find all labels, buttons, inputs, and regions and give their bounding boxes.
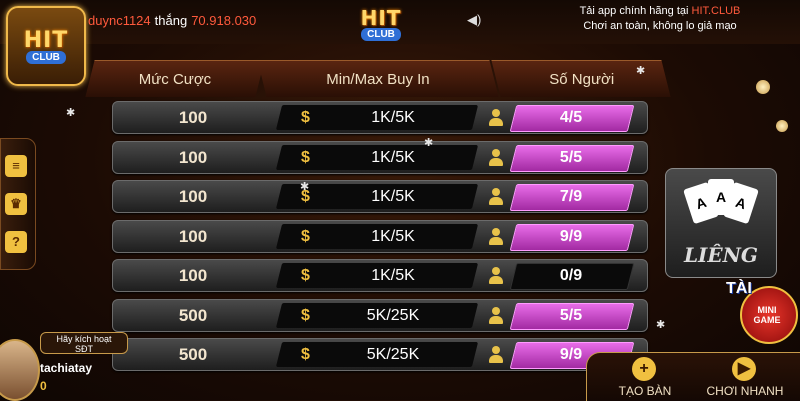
logo-hit-text: HIT: [23, 28, 69, 53]
mini-game-button[interactable]: TÀI MINI GAME: [726, 278, 798, 346]
room-buyin: 1K/5K: [371, 267, 415, 284]
promo-prefix: Tải app chính hãng tại: [579, 5, 692, 17]
game-name: LIÊNG: [683, 243, 759, 267]
room-buyin: 1K/5K: [371, 188, 415, 205]
user-icon: [489, 227, 503, 245]
room-buyin: 1K/5K: [371, 227, 415, 245]
promo-brand: HIT.CLUB: [691, 5, 741, 17]
room-buyin: 5K/25K: [366, 306, 420, 324]
column-header-bet-label: Mức Cược: [138, 70, 212, 88]
room-players: 0/9: [559, 267, 583, 284]
player-name: tachiatay: [40, 361, 93, 375]
room-buyin: 1K/5K: [371, 109, 415, 126]
quick-play-button[interactable]: ▶ CHƠI NHANH: [695, 353, 795, 401]
room-row[interactable]: 100 $1K/5K 7/9: [112, 180, 648, 213]
create-table-label: TẠO BÀN: [618, 384, 672, 398]
promo-line2: Chơi an toàn, không lo giả mạo: [583, 20, 737, 32]
user-icon: [489, 346, 503, 363]
player-balance: 0: [40, 379, 47, 393]
hitclub-logo[interactable]: HIT CLUB: [6, 6, 86, 86]
dollar-icon: $: [301, 109, 310, 126]
player-panel: Hãy kích hoạt SĐT tachiatay 0: [0, 332, 160, 401]
dollar-icon: $: [301, 346, 310, 363]
create-table-button[interactable]: + TẠO BÀN: [595, 353, 695, 401]
room-bet: 100: [178, 147, 208, 167]
user-icon: [489, 306, 503, 324]
snowflake-icon: ✱: [636, 65, 646, 77]
snowflake-icon: ✱: [66, 107, 76, 119]
room-players: 4/5: [559, 109, 583, 126]
left-side-menu: ≡ ♛ ?: [0, 138, 36, 270]
center-logo: HIT CLUB: [346, 6, 416, 54]
speaker-icon[interactable]: ◀): [467, 12, 481, 28]
play-icon: ▶: [732, 357, 756, 381]
user-icon: [489, 267, 503, 284]
column-header-players-label: Số Người: [548, 70, 614, 88]
ticker-amount: 70.918.030: [191, 13, 257, 28]
snowflake-icon: ✱: [424, 137, 434, 149]
room-bet: 100: [178, 187, 208, 206]
user-icon: [489, 148, 503, 166]
snowflake-icon: ✱: [656, 319, 666, 331]
room-players: 9/9: [559, 227, 583, 245]
user-icon: [489, 109, 503, 126]
activate-line1: Hãy kích hoạt: [56, 334, 112, 344]
room-row[interactable]: 500 $5K/25K 5/5: [112, 298, 648, 332]
list-icon[interactable]: ≡: [5, 155, 27, 177]
column-header-buyin: Min/Max Buy In: [257, 60, 499, 97]
dollar-icon: $: [301, 227, 310, 245]
column-header-bet: Mức Cược: [85, 60, 265, 97]
activate-phone-badge[interactable]: Hãy kích hoạt SĐT: [40, 332, 128, 354]
logo-club-text: CLUB: [26, 51, 66, 64]
ornament-icon: [776, 120, 788, 132]
room-bet: 500: [178, 305, 208, 325]
room-row[interactable]: 100 $1K/5K 5/5: [112, 140, 648, 174]
room-row[interactable]: 100 $1K/5K 4/5: [112, 101, 648, 134]
trophy-icon[interactable]: ♛: [5, 193, 27, 215]
room-players: 5/5: [559, 306, 583, 324]
center-logo-hit: HIT: [360, 6, 402, 30]
center-logo-club: CLUB: [361, 28, 401, 41]
ticker-username: duync1124: [88, 13, 151, 28]
room-buyin: 5K/25K: [366, 346, 420, 363]
room-players: 7/9: [559, 188, 583, 205]
quick-play-label: CHƠI NHANH: [706, 384, 784, 398]
room-buyin: 1K/5K: [371, 148, 415, 166]
plus-icon: +: [632, 357, 656, 381]
mini-label-line1: MINI: [757, 305, 777, 315]
dollar-icon: $: [301, 148, 310, 166]
room-bet: 100: [178, 108, 208, 127]
column-header-buyin-label: Min/Max Buy In: [326, 70, 430, 88]
room-players: 5/5: [559, 148, 583, 166]
mini-game-label: MINI GAME: [740, 305, 794, 325]
win-ticker: duync1124 thắng 70.918.030: [88, 13, 256, 28]
bottom-action-bar: + TẠO BÀN ▶ CHƠI NHANH: [586, 352, 800, 401]
ticker-verb: thắng: [154, 13, 188, 28]
room-row[interactable]: 500 $5K/25K 9/9: [112, 338, 648, 371]
promo-text: Tải app chính hãng tại HIT.CLUB Chơi an …: [540, 4, 780, 34]
help-icon[interactable]: ?: [5, 231, 27, 253]
room-row[interactable]: 100 $1K/5K 0/9: [112, 259, 648, 292]
user-icon: [489, 188, 503, 205]
dollar-icon: $: [301, 267, 310, 284]
dollar-icon: $: [301, 306, 310, 324]
activate-line2: SĐT: [75, 344, 93, 354]
lieng-game-tile[interactable]: A A A LIÊNG: [665, 168, 777, 278]
room-bet: 100: [178, 226, 208, 246]
ornament-icon: [756, 80, 770, 94]
room-bet: 100: [178, 266, 208, 285]
tai-label: TÀI: [726, 280, 752, 297]
avatar[interactable]: [0, 339, 40, 401]
mini-label-line2: GAME: [753, 315, 781, 325]
snowflake-icon: ✱: [300, 181, 310, 193]
room-row[interactable]: 100 $1K/5K 9/9: [112, 219, 648, 253]
